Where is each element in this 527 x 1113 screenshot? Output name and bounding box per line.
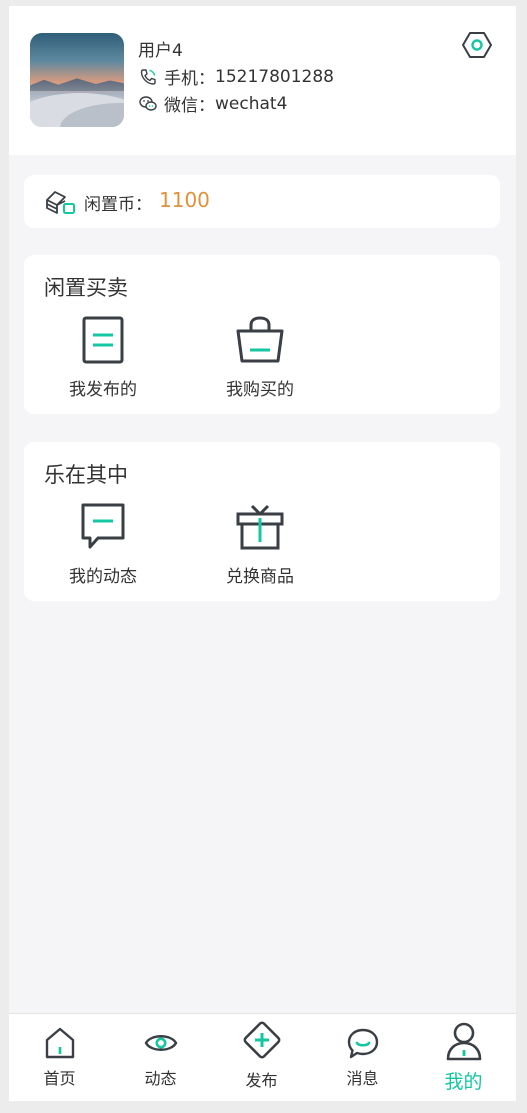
- section-title: 闲置买卖: [44, 276, 128, 300]
- tab-publish[interactable]: 发布: [211, 1014, 312, 1101]
- app-screen: 用户4 手机： 15217801288 微信： wechat4 闲置币： 110…: [9, 6, 516, 1101]
- eye-icon: [144, 1035, 177, 1051]
- coin-balance-card[interactable]: 闲置币： 1100: [24, 175, 500, 228]
- tab-label: 动态: [144, 1069, 177, 1088]
- phone-number: 15217801288: [215, 66, 334, 87]
- shopping-bag-icon: [236, 316, 284, 363]
- message-square-icon: [81, 503, 125, 549]
- coin-stack-icon: [46, 191, 75, 214]
- tab-home[interactable]: 首页: [9, 1014, 110, 1101]
- my-posts-button[interactable]: 我的动态: [53, 502, 153, 592]
- bottom-tab-bar: 首页 动态 发布 消息 我的: [9, 1013, 516, 1101]
- tab-profile[interactable]: 我的: [413, 1014, 514, 1101]
- my-purchased-button[interactable]: 我购买的: [210, 315, 310, 405]
- chat-bubble-icon: [347, 1028, 378, 1059]
- tab-label: 我的: [444, 1071, 483, 1093]
- wechat-label: 微信：: [164, 96, 215, 116]
- plus-diamond-icon: [243, 1021, 280, 1059]
- phone-row: 手机： 15217801288: [138, 64, 334, 89]
- coin-label: 闲置币：: [84, 195, 152, 215]
- trade-section: 闲置买卖 我发布的 我购买的: [24, 255, 500, 414]
- my-published-button[interactable]: 我发布的: [53, 315, 153, 405]
- coin-value: 1100: [159, 188, 210, 212]
- profile-header: 用户4 手机： 15217801288 微信： wechat4: [9, 6, 516, 155]
- tab-messages[interactable]: 消息: [312, 1014, 413, 1101]
- tile-label: 我发布的: [69, 380, 137, 400]
- exchange-goods-button[interactable]: 兑换商品: [210, 502, 310, 592]
- tile-label: 我购买的: [226, 380, 294, 400]
- avatar[interactable]: [30, 33, 124, 127]
- user-icon: [446, 1022, 481, 1061]
- home-icon: [45, 1027, 74, 1059]
- fun-section: 乐在其中 我的动态 兑换商品: [24, 442, 500, 601]
- wechat-row: 微信： wechat4: [138, 91, 287, 116]
- tab-label: 消息: [346, 1069, 379, 1088]
- gift-icon: [236, 504, 284, 550]
- username: 用户4: [138, 41, 183, 61]
- wechat-icon: [139, 95, 157, 111]
- tile-label: 我的动态: [69, 567, 137, 587]
- tab-feed[interactable]: 动态: [110, 1014, 211, 1101]
- phone-label: 手机：: [164, 69, 215, 89]
- document-icon: [82, 316, 124, 364]
- wechat-id: wechat4: [215, 93, 288, 114]
- phone-icon: [140, 68, 156, 85]
- tab-label: 发布: [245, 1071, 278, 1090]
- section-title: 乐在其中: [44, 463, 128, 487]
- tile-label: 兑换商品: [226, 567, 294, 587]
- settings-hexagon-icon[interactable]: [462, 30, 492, 60]
- tab-label: 首页: [43, 1069, 76, 1088]
